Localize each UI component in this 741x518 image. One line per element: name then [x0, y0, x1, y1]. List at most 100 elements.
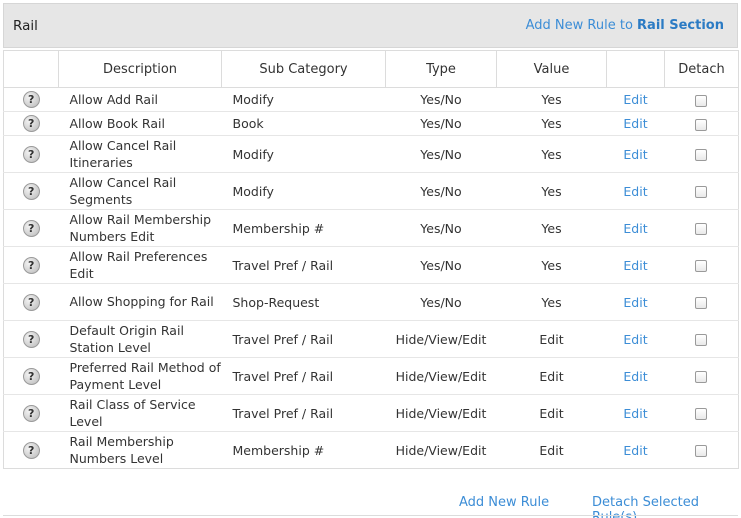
rule-description: Allow Shopping for Rail: [58, 283, 222, 321]
detach-checkbox[interactable]: [695, 223, 708, 235]
add-rule-to-section-link-section: Rail Section: [637, 18, 724, 33]
edit-cell: Edit: [606, 357, 665, 395]
question-icon[interactable]: ?: [22, 330, 40, 348]
section-header: Rail Add New Rule to Rail Section: [3, 3, 738, 48]
edit-link[interactable]: Edit: [623, 116, 647, 131]
detach-checkbox[interactable]: [695, 297, 708, 309]
detach-cell: [664, 87, 739, 112]
question-icon[interactable]: ?: [22, 367, 40, 385]
detach-cell: [664, 111, 739, 136]
rule-sub-category: Shop-Request: [221, 283, 386, 321]
add-new-rule-link[interactable]: Add New Rule: [459, 495, 549, 510]
rule-value: Yes: [496, 87, 607, 112]
rule-sub-category: Travel Pref / Rail: [221, 394, 386, 432]
table-row: ? Allow Rail Preferences Edit Travel Pref …: [3, 246, 739, 284]
col-edit: [606, 50, 665, 88]
footer-divider: [3, 515, 738, 516]
help-cell: ?: [3, 246, 59, 284]
detach-cell: [664, 357, 739, 395]
rule-sub-category: Modify: [221, 87, 386, 112]
rule-description: Rail Class of Service Level: [58, 394, 222, 432]
detach-checkbox[interactable]: [695, 371, 708, 383]
question-icon[interactable]: ?: [22, 145, 40, 163]
col-detach: Detach: [664, 50, 739, 88]
add-rule-to-section-link-prefix: Add New Rule to: [525, 18, 638, 33]
help-cell: ?: [3, 283, 59, 321]
edit-link[interactable]: Edit: [623, 332, 647, 347]
question-icon[interactable]: ?: [22, 293, 40, 311]
detach-checkbox[interactable]: [695, 94, 708, 107]
rules-table: Description Sub Category Type Value Deta…: [3, 50, 739, 469]
rule-type: Yes/No: [385, 172, 497, 210]
add-rule-to-section-link[interactable]: Add New Rule to Rail Section: [526, 18, 724, 33]
table-header-row: Description Sub Category Type Value Deta…: [3, 50, 739, 88]
edit-link[interactable]: Edit: [623, 295, 647, 310]
question-icon[interactable]: ?: [22, 219, 40, 237]
rule-sub-category: Modify: [221, 135, 386, 173]
help-cell: ?: [3, 357, 59, 395]
edit-link[interactable]: Edit: [623, 184, 647, 199]
rule-type: Yes/No: [385, 111, 497, 136]
edit-link[interactable]: Edit: [623, 258, 647, 273]
detach-cell: [664, 172, 739, 210]
rule-sub-category: Membership #: [221, 431, 386, 469]
rule-value: Yes: [496, 283, 607, 321]
help-cell: ?: [3, 394, 59, 432]
rule-type: Yes/No: [385, 209, 497, 247]
edit-cell: Edit: [606, 246, 665, 284]
question-icon[interactable]: ?: [22, 404, 40, 422]
detach-checkbox[interactable]: [695, 334, 708, 346]
question-icon[interactable]: ?: [22, 182, 40, 200]
table-row: ? Rail Class of Service Level Travel Pref …: [3, 394, 739, 432]
edit-link[interactable]: Edit: [623, 369, 647, 384]
detach-checkbox[interactable]: [695, 445, 708, 457]
rule-sub-category: Book: [221, 111, 386, 136]
table-row: ? Allow Cancel Rail Itineraries Modify Yes/…: [3, 135, 739, 173]
rule-description: Rail Membership Numbers Level: [58, 431, 222, 469]
rule-type: Yes/No: [385, 246, 497, 284]
edit-cell: Edit: [606, 172, 665, 210]
help-cell: ?: [3, 87, 59, 112]
question-icon[interactable]: ?: [22, 441, 40, 459]
question-icon[interactable]: ?: [22, 115, 40, 132]
col-sub-category: Sub Category: [221, 50, 386, 88]
rule-type: Yes/No: [385, 87, 497, 112]
edit-cell: Edit: [606, 283, 665, 321]
rule-description: Allow Add Rail: [58, 87, 222, 112]
col-type: Type: [385, 50, 497, 88]
edit-cell: Edit: [606, 394, 665, 432]
rule-type: Hide/View/Edit: [385, 431, 497, 469]
edit-link[interactable]: Edit: [623, 92, 647, 107]
detach-checkbox[interactable]: [695, 260, 708, 272]
help-cell: ?: [3, 111, 59, 136]
rule-value: Yes: [496, 111, 607, 136]
table-row: ? Default Origin Rail Station Level Travel…: [3, 320, 739, 358]
detach-checkbox[interactable]: [695, 118, 708, 131]
rule-value: Edit: [496, 431, 607, 469]
edit-link[interactable]: Edit: [623, 406, 647, 421]
detach-cell: [664, 246, 739, 284]
detach-checkbox[interactable]: [695, 408, 708, 420]
question-icon[interactable]: ?: [22, 256, 40, 274]
edit-link[interactable]: Edit: [623, 147, 647, 162]
edit-cell: Edit: [606, 111, 665, 136]
question-icon[interactable]: ?: [22, 91, 40, 108]
edit-cell: Edit: [606, 135, 665, 173]
help-cell: ?: [3, 431, 59, 469]
col-description: Description: [58, 50, 222, 88]
rule-value: Edit: [496, 320, 607, 358]
edit-link[interactable]: Edit: [623, 221, 647, 236]
help-cell: ?: [3, 172, 59, 210]
detach-checkbox[interactable]: [695, 149, 708, 161]
rule-sub-category: Travel Pref / Rail: [221, 320, 386, 358]
rule-sub-category: Modify: [221, 172, 386, 210]
edit-cell: Edit: [606, 87, 665, 112]
detach-cell: [664, 320, 739, 358]
detach-cell: [664, 209, 739, 247]
rule-description: Allow Cancel Rail Itineraries: [58, 135, 222, 173]
edit-link[interactable]: Edit: [623, 443, 647, 458]
rule-description: Preferred Rail Method of Payment Level: [58, 357, 222, 395]
detach-checkbox[interactable]: [695, 186, 708, 198]
rule-type: Yes/No: [385, 135, 497, 173]
rule-value: Yes: [496, 209, 607, 247]
